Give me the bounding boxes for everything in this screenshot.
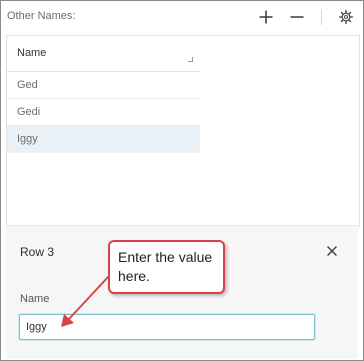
name-field-label: Name (20, 293, 50, 305)
row-detail-title: Row 3 (20, 245, 55, 259)
minus-icon (290, 16, 304, 18)
other-names-panel: Other Names: Name Ged Gedi Iggy Row 3 Na… (0, 0, 364, 361)
table-cell-name: Gedi (17, 106, 41, 118)
add-row-button[interactable] (256, 7, 276, 27)
panel-title: Other Names: (7, 10, 76, 22)
table-header: Name (7, 36, 200, 72)
table-row[interactable]: Ged (7, 72, 200, 99)
plus-icon (259, 10, 273, 24)
table-row[interactable]: Gedi (7, 99, 200, 126)
names-table: Name Ged Gedi Iggy (6, 35, 360, 227)
name-field[interactable] (19, 314, 315, 340)
column-resize-handle[interactable] (188, 57, 193, 62)
callout-text: Enter the value here. (118, 249, 213, 284)
remove-row-button[interactable] (287, 7, 307, 27)
close-button[interactable] (324, 243, 340, 259)
table-cell-name: Iggy (17, 133, 38, 145)
table-row-selected[interactable]: Iggy (7, 126, 200, 153)
callout-tooltip: Enter the value here. (108, 240, 225, 294)
gear-icon (339, 10, 353, 24)
header-divider (321, 9, 322, 25)
table-cell-name: Ged (17, 79, 38, 91)
close-icon (326, 245, 338, 257)
column-header-name[interactable]: Name (17, 47, 46, 59)
settings-button[interactable] (336, 7, 356, 27)
panel-header: Other Names: (1, 1, 363, 33)
